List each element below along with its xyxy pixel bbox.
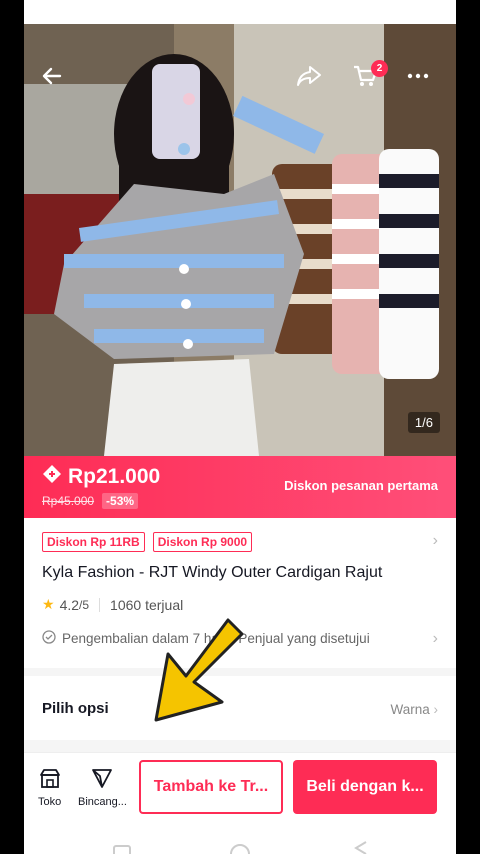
voucher-badge[interactable]: Diskon Rp 11RB xyxy=(42,532,145,552)
shop-icon xyxy=(39,767,61,792)
divider xyxy=(99,597,101,612)
back-nav-icon[interactable] xyxy=(354,841,367,854)
section-divider xyxy=(24,740,456,752)
option-value[interactable]: Warna › xyxy=(390,702,438,717)
home-icon[interactable] xyxy=(230,844,250,854)
bottom-action-bar: Toko Bincang... Tambah ke Tr... Beli den… xyxy=(24,752,456,822)
rating-max: /5 xyxy=(79,597,90,612)
system-nav-bar xyxy=(24,826,456,854)
price-tag-icon xyxy=(42,464,62,489)
star-icon: ★ xyxy=(42,596,55,612)
chevron-right-icon: › xyxy=(433,702,439,717)
shop-label: Toko xyxy=(38,796,62,808)
product-image[interactable]: 2 xyxy=(24,24,456,456)
check-circle-icon xyxy=(42,630,56,647)
discount-badge: -53% xyxy=(102,493,139,509)
price-banner: Rp21.000 Rp45.000 -53% Diskon pesanan pe… xyxy=(24,456,456,518)
cart-badge: 2 xyxy=(371,60,388,77)
chat-button[interactable]: Bincang... xyxy=(78,767,127,808)
share-icon[interactable] xyxy=(296,64,328,96)
current-price: Rp21.000 xyxy=(68,464,161,488)
chat-label: Bincang... xyxy=(78,796,127,808)
chevron-right-icon[interactable]: › xyxy=(433,532,438,550)
voucher-list[interactable]: Diskon Rp 11RB Diskon Rp 9000 xyxy=(42,532,253,552)
recents-icon[interactable] xyxy=(113,845,131,854)
buy-now-button[interactable]: Beli dengan k... xyxy=(293,760,437,814)
status-bar xyxy=(24,0,456,24)
voucher-badge[interactable]: Diskon Rp 9000 xyxy=(152,532,253,552)
first-order-promo: Diskon pesanan pertama xyxy=(284,478,438,493)
back-icon[interactable] xyxy=(40,64,72,96)
rating-value: 4.2 xyxy=(59,596,80,613)
option-label[interactable]: Pilih opsi xyxy=(42,700,109,717)
screen: 2 1/6 Rp21.000 Rp45.000 -53% Diskon pesa… xyxy=(24,0,456,854)
cart-icon[interactable]: 2 xyxy=(352,60,388,96)
more-icon[interactable] xyxy=(406,64,438,96)
image-counter: 1/6 xyxy=(407,412,440,433)
product-photo xyxy=(24,24,456,456)
annotation-arrow xyxy=(136,608,246,733)
shop-button[interactable]: Toko xyxy=(38,767,61,808)
option-value-text: Warna xyxy=(390,702,430,717)
product-title: Kyla Fashion - RJT Windy Outer Cardigan … xyxy=(42,564,383,581)
send-icon xyxy=(91,767,113,792)
chevron-right-icon[interactable]: › xyxy=(433,630,438,648)
original-price: Rp45.000 xyxy=(42,494,95,508)
add-to-cart-button[interactable]: Tambah ke Tr... xyxy=(139,760,283,814)
